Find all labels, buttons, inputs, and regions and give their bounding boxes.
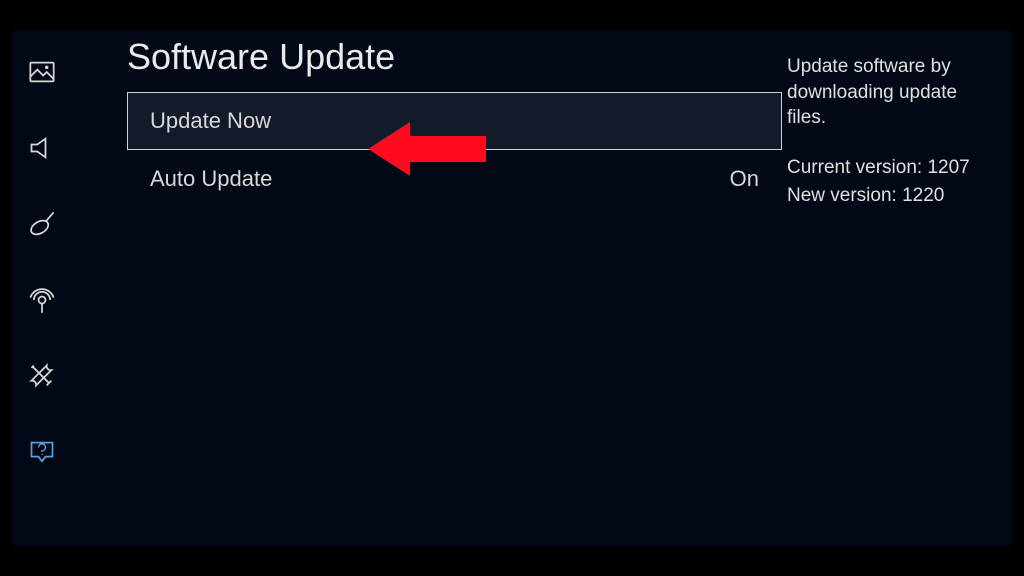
network-icon[interactable] bbox=[28, 286, 56, 314]
sidebar bbox=[12, 30, 72, 546]
menu-item-label: Auto Update bbox=[150, 166, 272, 192]
info-description: Update software by downloading update fi… bbox=[787, 54, 1000, 131]
menu-item-update-now[interactable]: Update Now bbox=[127, 92, 782, 150]
broadcasting-icon[interactable] bbox=[28, 210, 56, 238]
current-version-value: 1207 bbox=[927, 157, 969, 178]
picture-icon[interactable] bbox=[28, 58, 56, 86]
menu-list: Update Now Auto Update On bbox=[127, 92, 782, 208]
tools-icon[interactable] bbox=[28, 362, 56, 390]
menu-item-value: On bbox=[730, 166, 759, 192]
sound-icon[interactable] bbox=[28, 134, 56, 162]
content-area: Software Update Update Now Auto Update O… bbox=[72, 30, 787, 546]
new-version-line: New version: 1220 bbox=[787, 183, 1000, 209]
menu-item-label: Update Now bbox=[150, 108, 271, 134]
page-title: Software Update bbox=[127, 36, 787, 78]
current-version-line: Current version: 1207 bbox=[787, 155, 1000, 181]
support-icon[interactable] bbox=[28, 438, 56, 466]
info-panel: Update software by downloading update fi… bbox=[787, 30, 1012, 546]
new-version-label: New version: bbox=[787, 185, 897, 206]
current-version-label: Current version: bbox=[787, 157, 922, 178]
new-version-value: 1220 bbox=[902, 185, 944, 206]
menu-item-auto-update[interactable]: Auto Update On bbox=[127, 150, 782, 208]
